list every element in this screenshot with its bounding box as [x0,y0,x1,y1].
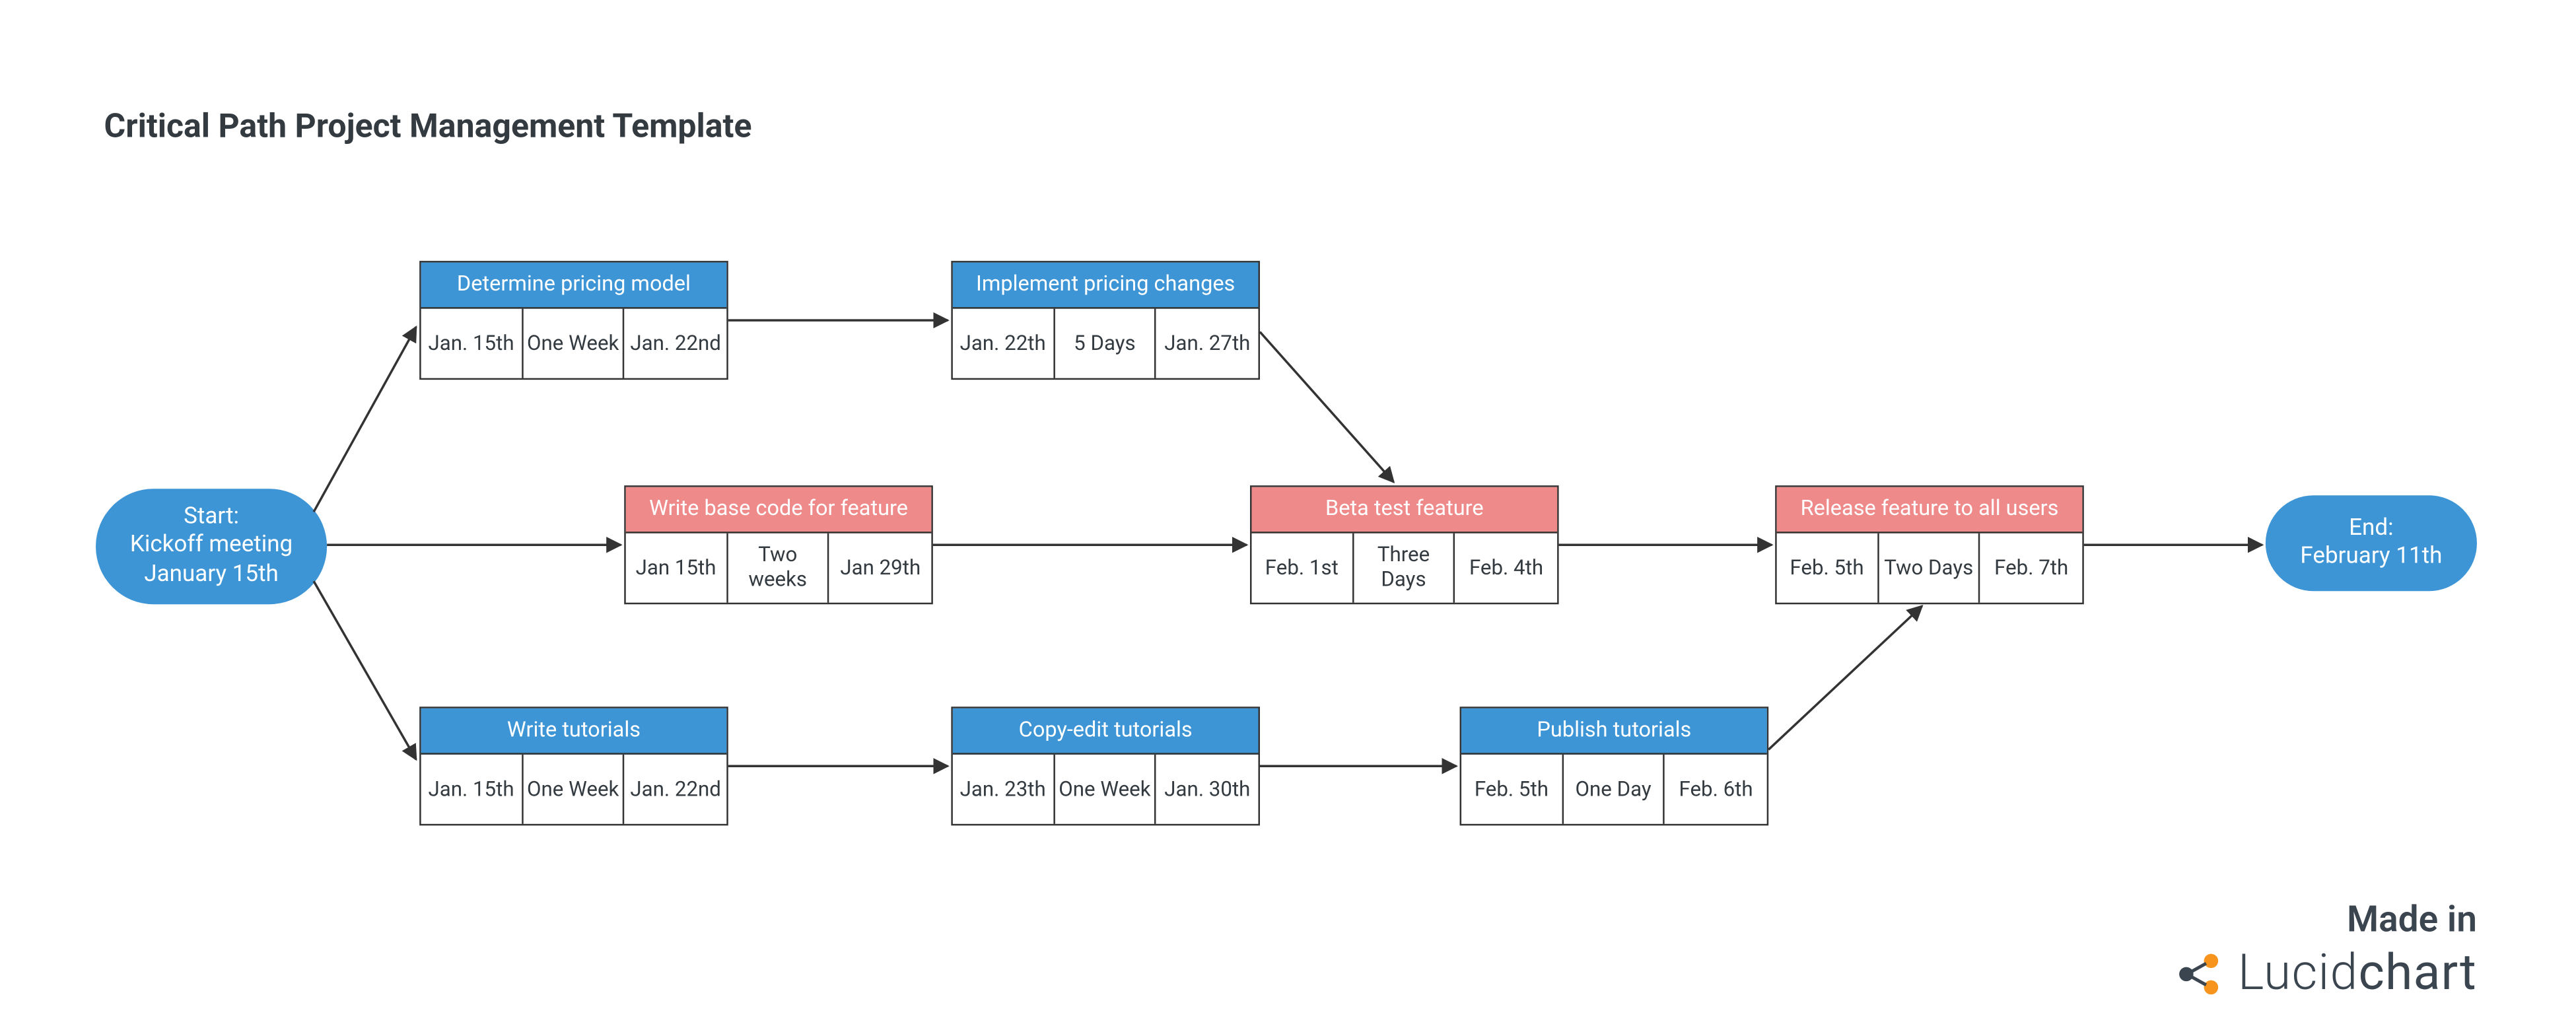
task-finish: Jan. 22nd [625,755,726,824]
brand-name: Lucidchart [2238,944,2477,1002]
task-start: Jan. 23th [953,755,1055,824]
task-header: Implement pricing changes [953,263,1259,309]
task-start: Jan 15th [626,533,728,603]
task-publish-tutorials[interactable]: Publish tutorials Feb. 5th One Day Feb. … [1460,706,1769,825]
task-start: Feb. 5th [1461,755,1563,824]
task-duration: One Day [1563,755,1665,824]
task-row: Feb. 5th Two Days Feb. 7th [1777,533,2083,603]
task-start: Feb. 1st [1251,533,1353,603]
task-start: Jan. 15th [421,755,523,824]
edge-start-determine [314,327,416,512]
task-header: Beta test feature [1251,487,1557,533]
start-label-2: Kickoff meeting [130,532,293,561]
task-write-tutorials[interactable]: Write tutorials Jan. 15th One Week Jan. … [419,706,728,825]
task-finish: Feb. 7th [1980,533,2082,603]
task-header: Determine pricing model [421,263,727,309]
edge-implement-beta [1260,332,1394,483]
task-duration: 5 Days [1055,309,1156,378]
start-node[interactable]: Start: Kickoff meeting January 15th [96,489,327,604]
task-duration: Two Days [1879,533,1980,603]
task-finish: Jan. 30th [1156,755,1258,824]
task-row: Feb. 5th One Day Feb. 6th [1461,755,1767,824]
task-release-feature[interactable]: Release feature to all users Feb. 5th Tw… [1775,485,2084,604]
task-row: Jan 15th Two weeks Jan 29th [626,533,932,603]
task-duration: One Week [1055,755,1156,824]
brand-made-in: Made in [2175,900,2477,942]
page-title: Critical Path Project Management Templat… [104,106,752,145]
edge-start-tutorials [314,581,416,759]
task-finish: Feb. 4th [1455,533,1557,603]
task-start: Jan. 22th [953,309,1055,378]
task-row: Jan. 22th 5 Days Jan. 27th [953,309,1259,378]
edge-publish-release [1768,606,1922,750]
start-label-1: Start: [184,503,239,532]
task-row: Jan. 15th One Week Jan. 22nd [421,755,727,824]
end-label-1: End: [2349,514,2393,543]
task-start: Jan. 15th [421,309,523,378]
task-header: Write base code for feature [626,487,932,533]
task-header: Publish tutorials [1461,708,1767,755]
task-finish: Jan. 22nd [625,309,726,378]
task-row: Jan. 23th One Week Jan. 30th [953,755,1259,824]
task-beta-test[interactable]: Beta test feature Feb. 1st Three Days Fe… [1250,485,1559,604]
task-header: Copy-edit tutorials [953,708,1259,755]
task-write-base-code[interactable]: Write base code for feature Jan 15th Two… [624,485,933,604]
task-duration: One Week [523,755,625,824]
task-implement-pricing[interactable]: Implement pricing changes Jan. 22th 5 Da… [951,261,1260,380]
task-finish: Jan 29th [829,533,931,603]
task-row: Feb. 1st Three Days Feb. 4th [1251,533,1557,603]
end-node[interactable]: End: February 11th [2266,495,2477,591]
task-duration: Two weeks [728,533,829,603]
start-label-3: January 15th [144,561,279,590]
end-label-2: February 11th [2300,543,2442,572]
task-duration: One Week [523,309,625,378]
task-finish: Jan. 27th [1156,309,1258,378]
task-start: Feb. 5th [1777,533,1879,603]
task-copy-edit-tutorials[interactable]: Copy-edit tutorials Jan. 23th One Week J… [951,706,1260,825]
task-row: Jan. 15th One Week Jan. 22nd [421,309,727,378]
task-finish: Feb. 6th [1665,755,1766,824]
brand: Made in Lucidchart [2175,900,2477,1002]
lucidchart-logo-icon [2175,949,2225,998]
task-header: Write tutorials [421,708,727,755]
task-determine-pricing[interactable]: Determine pricing model Jan. 15th One We… [419,261,728,380]
diagram-canvas: Critical Path Project Management Templat… [0,0,2576,1032]
task-duration: Three Days [1354,533,1455,603]
task-header: Release feature to all users [1777,487,2083,533]
